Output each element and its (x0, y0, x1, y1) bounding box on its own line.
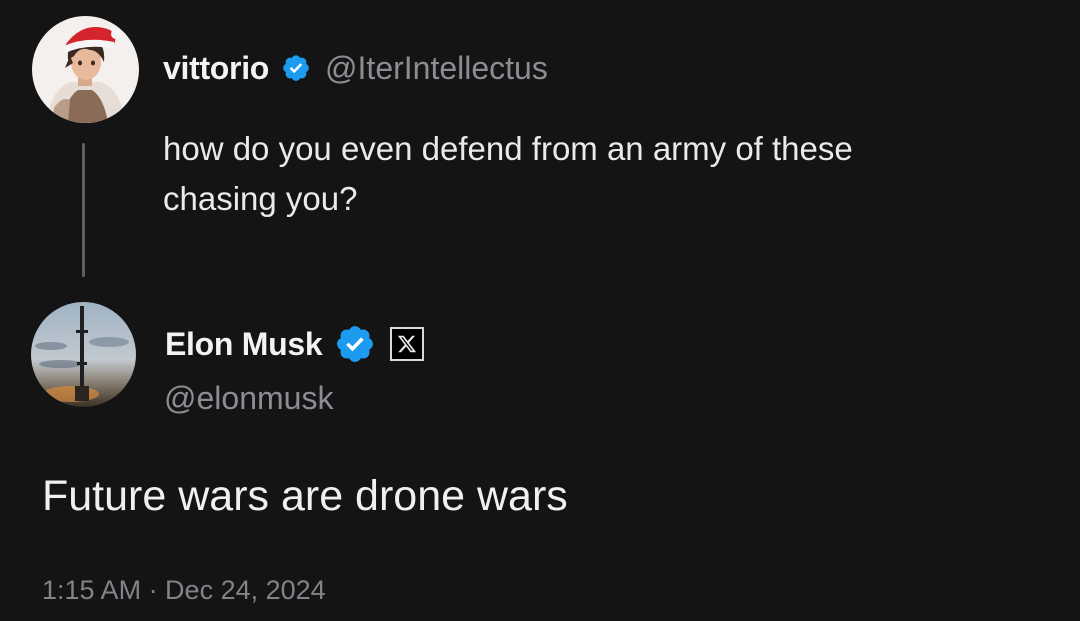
verified-badge-icon (281, 53, 311, 83)
reply-to-tweet-text: how do you even defend from an army of t… (163, 130, 853, 217)
avatar-anime-santa-hat-icon[interactable] (32, 16, 139, 123)
thread-connector-line (82, 143, 85, 277)
x-logo-icon[interactable] (390, 327, 425, 361)
reply-author-handle[interactable]: @IterIntellectus (325, 50, 548, 87)
reply-author-row: vittorio @IterIntellectus (163, 46, 548, 90)
tweet-author-name[interactable]: Elon Musk (165, 326, 323, 363)
tweet-author-handle[interactable]: @elonmusk (164, 380, 333, 417)
tweet-timestamp[interactable]: 1:15 AM · Dec 24, 2024 (42, 575, 326, 606)
avatar-rocket-launchpad-icon[interactable] (31, 302, 136, 407)
tweet-author-row: Elon Musk (165, 321, 425, 367)
reply-author-name[interactable]: vittorio (163, 50, 269, 87)
verified-badge-icon (334, 323, 376, 365)
main-tweet-text: Future wars are drone wars (42, 472, 568, 520)
